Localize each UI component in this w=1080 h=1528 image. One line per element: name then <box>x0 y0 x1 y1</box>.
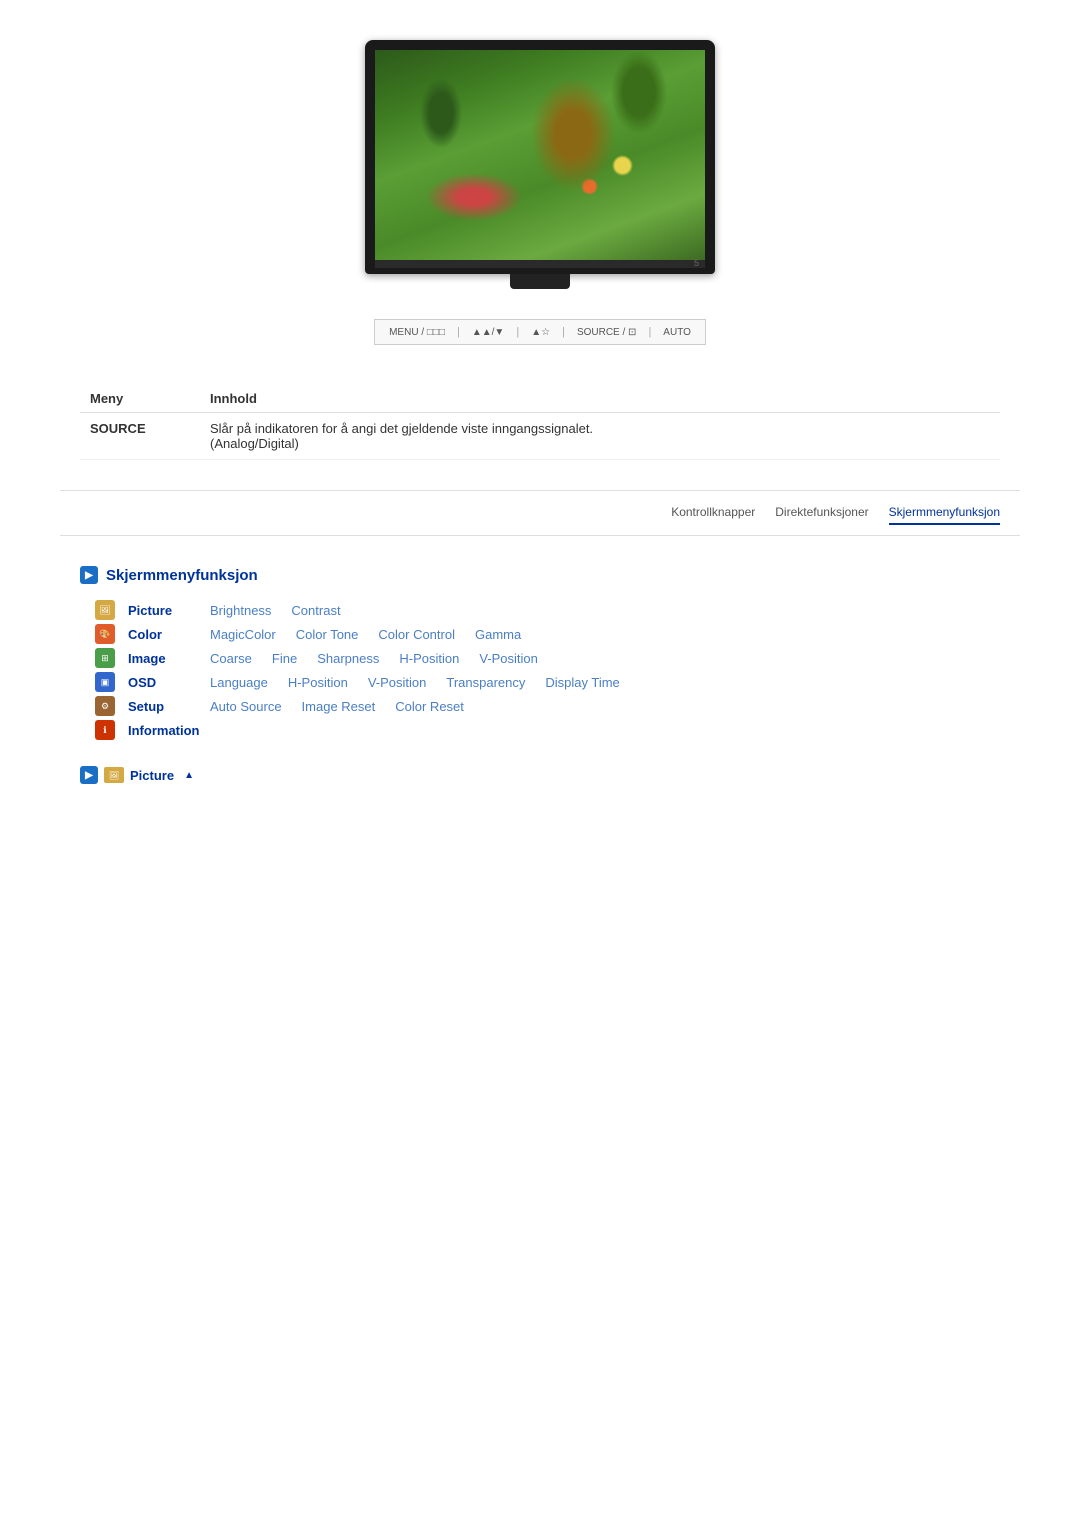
breadcrumb-picture-icon: 🖼 <box>104 767 124 783</box>
row-content: Slår på indikatoren for å angi det gjeld… <box>200 413 1000 460</box>
setup-label[interactable]: Setup <box>120 699 210 714</box>
picture-label[interactable]: Picture <box>120 603 210 618</box>
osd-language[interactable]: Language <box>210 675 268 690</box>
osd-displaytime[interactable]: Display Time <box>545 675 619 690</box>
color-icon-cell: 🎨 <box>90 624 120 644</box>
setup-items: Auto Source Image Reset Color Reset <box>210 699 464 714</box>
osd-icon: ▣ <box>95 672 115 692</box>
section-icon: ▶ <box>80 566 98 584</box>
color-items: MagicColor Color Tone Color Control Gamm… <box>210 627 521 642</box>
col2-header: Innhold <box>200 385 1000 413</box>
tab-skjermmenyfunksjon[interactable]: Skjermmenyfunksjon <box>889 501 1000 525</box>
osd-label[interactable]: OSD <box>120 675 210 690</box>
screen-menu-section: ▶ Skjermmenyfunksjon 🖼 Picture Brightnes… <box>60 556 1020 800</box>
setup-colorreset[interactable]: Color Reset <box>395 699 464 714</box>
info-table: Meny Innhold SOURCE Slår på indikatoren … <box>80 385 1000 460</box>
ctrl-separator-2: | <box>516 326 519 338</box>
picture-contrast[interactable]: Contrast <box>291 603 340 618</box>
color-gamma[interactable]: Gamma <box>475 627 521 642</box>
section-title: Skjermmenyfunksjon <box>106 567 258 584</box>
control-bar: MENU / □□□ | ▲▲/▼ | ▲☆ | SOURCE / ⊡ | AU… <box>374 319 706 345</box>
image-fine[interactable]: Fine <box>272 651 297 666</box>
image-items: Coarse Fine Sharpness H-Position V-Posit… <box>210 651 538 666</box>
ctrl-separator-3: | <box>562 326 565 338</box>
color-tone[interactable]: Color Tone <box>296 627 359 642</box>
menu-row-picture: 🖼 Picture Brightness Contrast <box>90 600 1000 620</box>
info-label[interactable]: Information <box>120 723 210 738</box>
ctrl-auto: AUTO <box>663 327 691 338</box>
picture-icon-cell: 🖼 <box>90 600 120 620</box>
setup-icon-cell: ⚙ <box>90 696 120 716</box>
auto-icon: AUTO <box>663 327 691 338</box>
color-icon: 🎨 <box>95 624 115 644</box>
picture-items: Brightness Contrast <box>210 603 341 618</box>
monitor-screen <box>375 50 705 260</box>
menu-row-color: 🎨 Color MagicColor Color Tone Color Cont… <box>90 624 1000 644</box>
menu-row-information: ℹ Information <box>90 720 1000 740</box>
adjust-icon: ▲☆ <box>531 327 550 338</box>
menu-icon: MENU / □□□ <box>389 327 445 338</box>
osd-hposition[interactable]: H-Position <box>288 675 348 690</box>
image-label[interactable]: Image <box>120 651 210 666</box>
ctrl-menu: MENU / □□□ <box>389 327 445 338</box>
tabs-section: Kontrollknapper Direktefunksjoner Skjerm… <box>60 490 1020 536</box>
control-bar-section: MENU / □□□ | ▲▲/▼ | ▲☆ | SOURCE / ⊡ | AU… <box>60 319 1020 345</box>
image-vposition[interactable]: V-Position <box>479 651 538 666</box>
setup-imagereset[interactable]: Image Reset <box>302 699 376 714</box>
info-table-section: Meny Innhold SOURCE Slår på indikatoren … <box>60 385 1020 460</box>
color-label[interactable]: Color <box>120 627 210 642</box>
breadcrumb-arrow: ▲ <box>184 770 194 781</box>
breadcrumb-label: Picture <box>130 768 174 783</box>
picture-icon: 🖼 <box>95 600 115 620</box>
monitor-frame <box>365 40 715 274</box>
info-icon-cell: ℹ <box>90 720 120 740</box>
image-icon: ⊞ <box>95 648 115 668</box>
image-icon-cell: ⊞ <box>90 648 120 668</box>
brightness-arrows-icon: ▲▲/▼ <box>472 327 504 338</box>
setup-icon: ⚙ <box>95 696 115 716</box>
tab-direktefunksjoner[interactable]: Direktefunksjoner <box>775 501 868 525</box>
image-hposition[interactable]: H-Position <box>399 651 459 666</box>
row-label: SOURCE <box>80 413 200 460</box>
monitor-section <box>60 40 1020 289</box>
ctrl-separator-1: | <box>457 326 460 338</box>
osd-transparency[interactable]: Transparency <box>446 675 525 690</box>
monitor-stand <box>510 274 570 289</box>
picture-breadcrumb: ▶ 🖼 Picture ▲ <box>80 760 1000 790</box>
menu-row-osd: ▣ OSD Language H-Position V-Position Tra… <box>90 672 1000 692</box>
color-magiccolor[interactable]: MagicColor <box>210 627 276 642</box>
osd-items: Language H-Position V-Position Transpare… <box>210 675 620 690</box>
image-coarse[interactable]: Coarse <box>210 651 252 666</box>
osd-icon-cell: ▣ <box>90 672 120 692</box>
picture-brightness[interactable]: Brightness <box>210 603 271 618</box>
info-icon: ℹ <box>95 720 115 740</box>
breadcrumb-nav-icon: ▶ <box>80 766 98 784</box>
color-control[interactable]: Color Control <box>378 627 455 642</box>
table-row: SOURCE Slår på indikatoren for å angi de… <box>80 413 1000 460</box>
menu-row-setup: ⚙ Setup Auto Source Image Reset Color Re… <box>90 696 1000 716</box>
ctrl-source-adjust: ▲☆ <box>531 327 550 338</box>
monitor-base <box>375 260 705 268</box>
section-header: ▶ Skjermmenyfunksjon <box>80 566 1000 584</box>
ctrl-separator-4: | <box>648 326 651 338</box>
ctrl-source: SOURCE / ⊡ <box>577 327 637 338</box>
col1-header: Meny <box>80 385 200 413</box>
source-icon: SOURCE / ⊡ <box>577 327 637 338</box>
osd-vposition[interactable]: V-Position <box>368 675 427 690</box>
setup-autosource[interactable]: Auto Source <box>210 699 282 714</box>
menu-row-image: ⊞ Image Coarse Fine Sharpness H-Position… <box>90 648 1000 668</box>
image-sharpness[interactable]: Sharpness <box>317 651 379 666</box>
menu-grid: 🖼 Picture Brightness Contrast 🎨 Color Ma… <box>90 600 1000 740</box>
ctrl-brightness: ▲▲/▼ <box>472 327 504 338</box>
tab-kontrollknapper[interactable]: Kontrollknapper <box>671 501 755 525</box>
